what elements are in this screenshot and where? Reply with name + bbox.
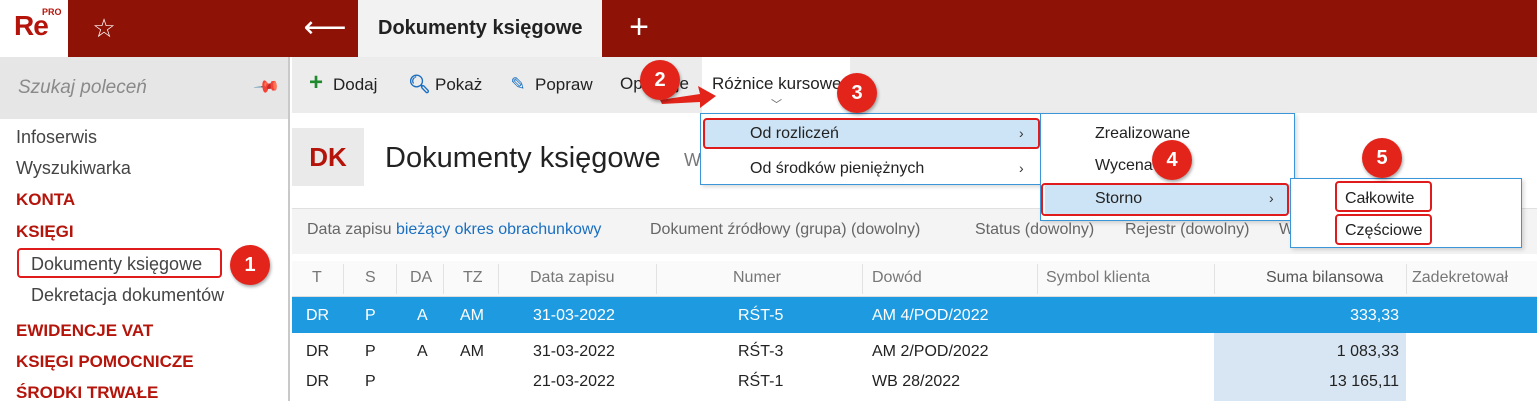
column-divider[interactable] — [498, 264, 499, 294]
highlight-box-storno — [1041, 183, 1289, 216]
cell-sum: 1 083,33 — [1336, 343, 1399, 360]
cell-s: P — [365, 343, 376, 360]
cell-tz: AM — [460, 343, 484, 360]
cell-s: P — [365, 307, 376, 324]
col-header-sum[interactable]: Suma bilansowa — [1266, 269, 1383, 287]
top-bar: Re PRO ☆ ⟵ Dokumenty księgowe + — [0, 0, 1537, 57]
column-divider[interactable] — [1406, 264, 1407, 294]
cell-number: RŚT-5 — [738, 307, 784, 324]
step-badge-3: 3 — [837, 73, 877, 113]
sidebar-section-konta[interactable]: KONTA — [16, 190, 75, 210]
col-header-number[interactable]: Numer — [733, 269, 781, 287]
pin-icon[interactable]: 📌 — [252, 73, 281, 102]
sidebar-section-ewidencje-vat[interactable]: EWIDENCJE VAT — [16, 321, 153, 341]
sidebar: Szukaj poleceń 📌 Infoserwis Wyszukiwarka… — [0, 57, 290, 401]
chevron-down-icon: ﹀ — [771, 99, 782, 111]
cell-t: DR — [306, 343, 330, 360]
fx-label: Różnice kursowe — [712, 74, 842, 93]
col-header-t[interactable]: T — [312, 269, 322, 287]
step-badge-1: 1 — [230, 245, 270, 285]
cell-da: A — [417, 343, 428, 360]
filter-source-doc[interactable]: Dokument źródłowy (grupa) (dowolny) — [650, 221, 920, 239]
cell-t: DR — [306, 307, 330, 324]
filter-register[interactable]: Rejestr (dowolny) — [1125, 221, 1249, 239]
cell-sum: 13 165,11 — [1329, 373, 1399, 390]
cell-date: 31-03-2022 — [533, 343, 615, 360]
highlight-box-od-rozliczen — [703, 118, 1040, 149]
table-row[interactable]: DR P 21-03-2022 RŚT-1 WB 28/2022 13 165,… — [292, 369, 1537, 401]
column-divider[interactable] — [862, 264, 863, 294]
filter-status[interactable]: Status (dowolny) — [975, 221, 1094, 239]
col-header-who[interactable]: Zadekretował — [1412, 269, 1508, 287]
logo-superscript: PRO — [42, 7, 62, 17]
cell-proof: AM 2/POD/2022 — [872, 343, 989, 360]
sidebar-item-dekretacja[interactable]: Dekretacja dokumentów — [31, 285, 224, 306]
col-header-tz[interactable]: TZ — [463, 269, 483, 287]
column-divider[interactable] — [343, 264, 344, 294]
step-badge-4: 4 — [1152, 140, 1192, 180]
cell-date: 21-03-2022 — [533, 373, 615, 390]
new-tab-plus-icon[interactable]: + — [614, 0, 664, 57]
cell-proof: WB 28/2022 — [872, 373, 961, 390]
menu-item-wycena[interactable]: Wycena — [1095, 157, 1153, 175]
column-divider[interactable] — [1214, 264, 1215, 294]
sidebar-section-ksiegi[interactable]: KSIĘGI — [16, 222, 74, 242]
cell-sum: 333,33 — [1350, 307, 1399, 324]
plus-icon: + — [308, 69, 323, 96]
sidebar-item-infoserwis[interactable]: Infoserwis — [16, 127, 97, 148]
cell-number: RŚT-3 — [738, 343, 784, 360]
table-row[interactable]: DR P A AM 31-03-2022 RŚT-3 AM 2/POD/2022… — [292, 333, 1537, 369]
step-badge-2: 2 — [640, 60, 680, 100]
cell-date: 31-03-2022 — [533, 307, 615, 324]
column-divider[interactable] — [1037, 264, 1038, 294]
app-logo[interactable]: Re PRO — [0, 0, 68, 57]
col-header-proof[interactable]: Dowód — [872, 269, 922, 287]
column-divider[interactable] — [656, 264, 657, 294]
fx-differences-button[interactable]: Różnice kursowe — [712, 74, 841, 94]
search-icon: 🔍︎ — [408, 74, 431, 94]
highlight-box-calkowite — [1335, 181, 1432, 212]
page-title-suffix: W — [684, 150, 701, 170]
column-divider[interactable] — [443, 264, 444, 294]
cell-tz: AM — [460, 307, 484, 324]
add-button[interactable]: + Dodaj — [306, 69, 378, 96]
add-label: Dodaj — [333, 75, 378, 94]
edit-label: Popraw — [535, 75, 593, 94]
col-header-date[interactable]: Data zapisu — [530, 269, 615, 287]
table-row[interactable]: DR P A AM 31-03-2022 RŚT-5 AM 4/POD/2022… — [292, 297, 1537, 333]
cell-t: DR — [306, 373, 330, 390]
star-icon[interactable]: ☆ — [88, 12, 120, 44]
tab-label: Dokumenty księgowe — [378, 17, 583, 39]
filter-date-label: Data zapisu — [307, 221, 392, 238]
col-header-s[interactable]: S — [365, 269, 376, 287]
sidebar-section-ksiegi-pomocnicze[interactable]: KSIĘGI POMOCNICZE — [16, 352, 194, 372]
cell-proof: AM 4/POD/2022 — [872, 307, 989, 324]
sidebar-section-srodki-trwale[interactable]: ŚRODKI TRWAŁE — [16, 383, 158, 401]
search-placeholder[interactable]: Szukaj poleceń — [18, 77, 147, 99]
command-search[interactable]: Szukaj poleceń 📌 — [0, 57, 288, 119]
highlight-box-czesciowe — [1335, 214, 1432, 245]
col-header-da[interactable]: DA — [410, 269, 432, 287]
show-button[interactable]: 🔍︎ Pokaż — [408, 74, 482, 95]
highlight-box-dokumenty — [17, 248, 222, 278]
show-label: Pokaż — [435, 75, 483, 94]
col-header-client[interactable]: Symbol klienta — [1046, 269, 1150, 287]
brush-icon: ✎ — [510, 74, 526, 94]
page-title: Dokumenty księgowe — [385, 142, 661, 174]
step-badge-5: 5 — [1362, 138, 1402, 178]
menu-item-od-srodkow[interactable]: Od środków pieniężnych — [750, 160, 924, 178]
filter-date[interactable]: Data zapisu bieżący okres obrachunkowy — [307, 221, 601, 239]
tab-dokumenty-ksiegowe[interactable]: Dokumenty księgowe — [358, 0, 602, 57]
column-divider[interactable] — [396, 264, 397, 294]
edit-button[interactable]: ✎ Popraw — [508, 74, 593, 95]
cell-number: RŚT-1 — [738, 373, 784, 390]
cell-da: A — [417, 307, 428, 324]
doc-type-badge: DK — [292, 128, 364, 186]
filter-date-value[interactable]: bieżący okres obrachunkowy — [396, 221, 601, 238]
sidebar-item-wyszukiwarka[interactable]: Wyszukiwarka — [16, 158, 131, 179]
back-arrow-icon[interactable]: ⟵ — [292, 0, 358, 57]
chevron-right-icon: › — [1019, 160, 1024, 176]
cell-s: P — [365, 373, 376, 390]
